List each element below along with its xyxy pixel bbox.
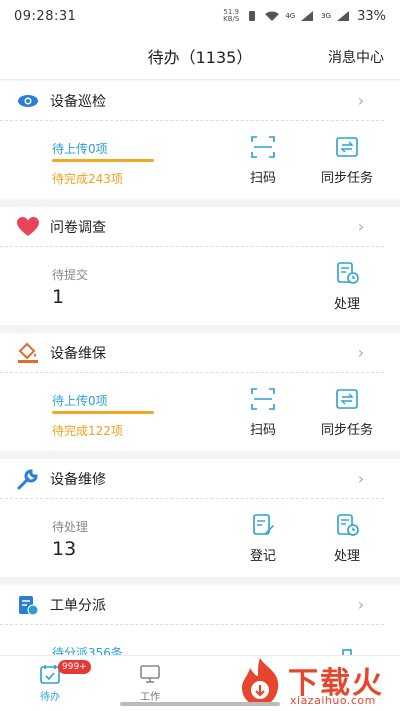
signal-icon	[301, 11, 314, 21]
pending-complete-link[interactable]: 待完成243项	[52, 170, 123, 187]
pending-submit-count: 1	[52, 286, 65, 308]
chevron-right-icon: ›	[357, 469, 365, 488]
scan-button[interactable]: 扫码	[228, 377, 298, 447]
card-title: 设备维修	[50, 471, 106, 488]
home-indicator	[120, 702, 280, 706]
clipboard-clock-icon	[337, 261, 359, 284]
card-survey-body: 待提交 1 处理	[0, 247, 400, 325]
card-title: 设备维保	[50, 345, 106, 362]
pending-upload-link[interactable]: 待上传0项	[52, 140, 108, 157]
card-repair-body: 待处理 13 登记 处理	[0, 499, 400, 577]
pending-handle-count: 13	[52, 538, 77, 560]
status-bar: 09:28:31 51.9 KB/S 4G 3G 33%	[0, 0, 400, 32]
tab-work-label: 工作	[140, 692, 160, 703]
scan-button[interactable]: 扫码	[228, 125, 298, 195]
pending-handle-label: 待处理	[52, 520, 89, 534]
edit-document-icon	[253, 513, 274, 535]
progress-bar	[52, 159, 154, 162]
net-4g: 4G	[285, 12, 296, 20]
pending-submit-label: 待提交	[52, 268, 89, 282]
card-inspection-header[interactable]: 设备巡检 ›	[0, 81, 384, 121]
scan-label: 扫码	[249, 422, 276, 438]
sync-task-button[interactable]: 同步任务	[312, 377, 382, 447]
wifi-icon	[265, 11, 280, 21]
signal-icon-2	[337, 11, 350, 21]
scan-icon	[251, 135, 275, 158]
paint-bucket-icon	[16, 341, 40, 365]
status-time: 09:28:31	[14, 8, 77, 24]
card-survey-header[interactable]: 问卷调查 ›	[0, 207, 384, 247]
card-maintenance-header[interactable]: 设备维保 ›	[0, 333, 384, 373]
pending-complete-link[interactable]: 待完成122项	[52, 422, 123, 439]
card-dispatch-body: 待分派356条	[0, 625, 400, 655]
card-title: 工单分派	[50, 597, 106, 614]
card-maintenance: 设备维保 › 待上传0项 待完成122项 扫码 同步任务	[0, 333, 400, 451]
sync-label: 同步任务	[320, 170, 373, 186]
card-maintenance-body: 待上传0项 待完成122项 扫码 同步任务	[0, 373, 400, 451]
pending-dispatch-link[interactable]: 待分派356条	[52, 644, 123, 655]
work-order-icon	[16, 593, 40, 617]
chevron-right-icon: ›	[357, 343, 365, 362]
todo-list: 设备巡检 › 待上传0项 待完成243项 扫码 同步任务 问卷调查 › 待提交 …	[0, 81, 400, 655]
watermark: 下载火 xiazaihuo.com	[236, 656, 396, 708]
flame-logo-icon	[242, 658, 279, 706]
sync-icon	[336, 388, 358, 409]
repair-stats: 待处理 13	[52, 508, 228, 568]
card-inspection: 设备巡检 › 待上传0项 待完成243项 扫码 同步任务	[0, 81, 400, 199]
watermark-url: xiazaihuo.com	[290, 694, 376, 707]
dispatch-action-button[interactable]	[312, 629, 382, 655]
sync-task-button[interactable]: 同步任务	[312, 125, 382, 195]
card-inspection-body: 待上传0项 待完成243项 扫码 同步任务	[0, 121, 400, 199]
tab-todo-label: 待办	[40, 692, 60, 703]
org-chart-icon	[342, 649, 352, 655]
net-3g: 3G	[321, 12, 332, 20]
card-repair-header[interactable]: 设备维修 ›	[0, 459, 384, 499]
sync-label: 同步任务	[320, 422, 373, 438]
app-header: 待办（1135） 消息中心	[0, 32, 400, 80]
card-title: 设备巡检	[50, 93, 106, 110]
pending-upload-link[interactable]: 待上传0项	[52, 392, 108, 409]
handle-button[interactable]: 处理	[312, 251, 382, 321]
clipboard-clock-icon	[337, 513, 359, 536]
card-dispatch: 工单分派 › 待分派356条	[0, 585, 400, 655]
handle-label: 处理	[333, 548, 360, 564]
register-label: 登记	[249, 548, 276, 564]
wrench-icon	[16, 467, 40, 491]
page-title: 待办（1135）	[147, 47, 253, 67]
monitor-icon	[140, 665, 160, 683]
card-survey: 问卷调查 › 待提交 1 处理	[0, 207, 400, 325]
scan-label: 扫码	[249, 170, 276, 186]
eye-icon	[16, 89, 40, 113]
heart-icon	[16, 215, 40, 239]
dispatch-stats: 待分派356条	[52, 634, 228, 655]
message-center-button[interactable]: 消息中心	[328, 47, 384, 67]
scan-icon	[251, 387, 275, 410]
tab-todo[interactable]: 待办 999+	[0, 656, 100, 711]
network-speed: 51.9 KB/S	[223, 8, 240, 23]
maintenance-stats: 待上传0项 待完成122项	[52, 382, 228, 442]
handle-button[interactable]: 处理	[312, 503, 382, 573]
todo-badge: 999+	[58, 660, 91, 674]
survey-stats: 待提交 1	[52, 256, 312, 316]
chevron-right-icon: ›	[357, 217, 365, 236]
register-button[interactable]: 登记	[228, 503, 298, 573]
chevron-right-icon: ›	[357, 91, 365, 110]
inspection-stats: 待上传0项 待完成243项	[52, 130, 228, 190]
status-right: 51.9 KB/S 4G 3G 33%	[223, 9, 386, 24]
card-repair: 设备维修 › 待处理 13 登记 处理	[0, 459, 400, 577]
battery-level: 33%	[357, 8, 386, 24]
sync-icon	[336, 136, 358, 157]
handle-label: 处理	[333, 296, 360, 312]
progress-bar	[52, 411, 154, 414]
card-dispatch-header[interactable]: 工单分派 ›	[0, 585, 384, 625]
chevron-right-icon: ›	[357, 595, 365, 614]
vibrate-icon	[249, 11, 256, 21]
card-title: 问卷调查	[50, 219, 106, 236]
